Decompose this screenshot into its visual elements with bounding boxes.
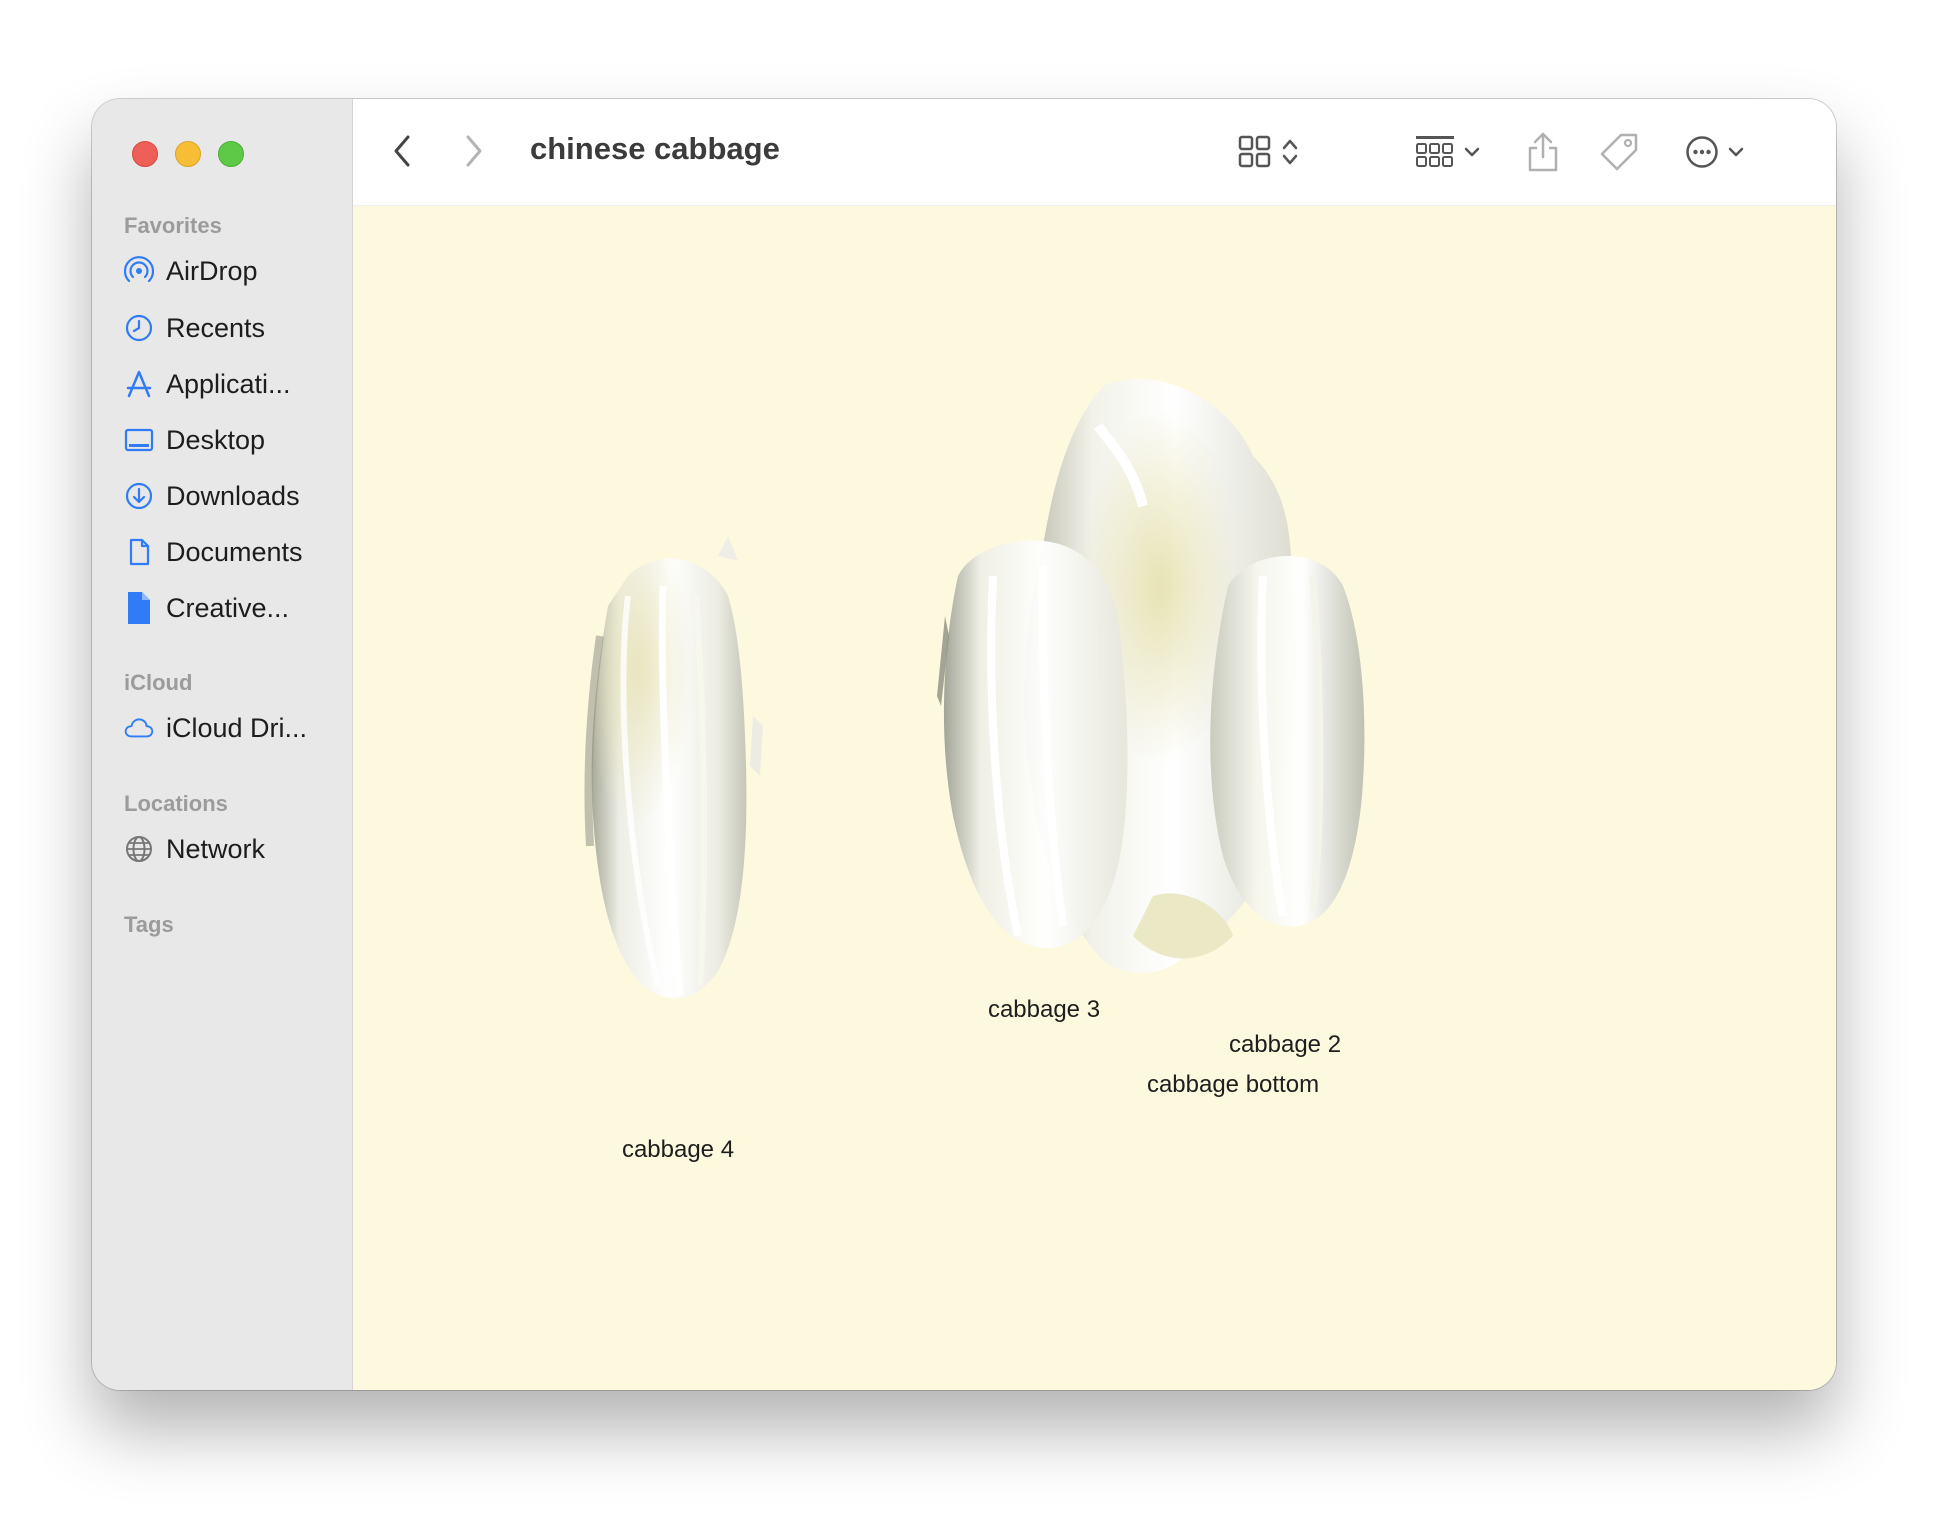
download-icon [125,482,153,510]
tag-icon [1600,133,1638,171]
file-item-cabbage-3[interactable]: cabbage 3 [933,540,1163,1106]
back-button[interactable] [387,129,417,173]
chevron-down-icon [1728,147,1744,157]
airdrop-icon [124,256,154,283]
sidebar-item-label: Applicati... [166,368,291,399]
tags-section-label: Tags [124,912,174,937]
chevron-right-icon [466,135,482,167]
sidebar-item-label: Documents [166,536,303,567]
cabbage-thumbnail [584,536,763,998]
sidebar-item-applications[interactable]: Applicati... [124,362,334,406]
group-button[interactable] [1411,131,1485,173]
sidebar-item-label: Desktop [166,424,266,455]
locations-section-label: Locations [124,791,228,816]
sidebar-item-airdrop[interactable]: AirDrop [124,249,334,293]
more-actions-button[interactable] [1679,131,1751,173]
sidebar-item-label: Downloads [166,480,300,511]
file-icon [128,592,150,624]
sidebar-item-icloud-drive[interactable]: iCloud Dri... [124,706,334,750]
chevron-left-icon [394,135,410,167]
desktop-icon [124,428,154,452]
globe-icon [126,836,152,862]
sidebar-item-label: AirDrop [166,255,258,286]
sidebar-item-recents[interactable]: Recents [124,306,334,350]
share-button[interactable] [1523,129,1563,175]
clock-icon [125,314,153,342]
grid-view-icon [1238,135,1271,168]
file-item-cabbage-2[interactable]: cabbage 2 [1193,556,1383,1126]
cabbage-thumbnail [937,540,1128,948]
group-icon [1416,136,1454,167]
sidebar-item-documents[interactable]: Documents [124,530,334,574]
cloud-icon [124,718,154,738]
sidebar-item-desktop[interactable]: Desktop [124,418,334,462]
file-browser-content: cabbage 4 cabbage bottom cabbage 3 cabba… [353,206,1836,1390]
sidebar-item-network[interactable]: Network [124,827,334,871]
sidebar-item-label: Creative... [166,592,290,623]
document-icon [129,538,150,566]
sidebar-item-downloads[interactable]: Downloads [124,474,334,518]
file-label: cabbage 2 [1228,1031,1342,1058]
sidebar-item-creative[interactable]: Creative... [124,586,334,630]
cabbage-thumbnail [1210,556,1365,927]
chevron-down-icon [1464,147,1480,157]
ellipsis-circle-icon [1686,136,1718,168]
tag-button[interactable] [1597,129,1641,175]
file-label: cabbage 4 [621,1136,735,1163]
file-item-cabbage-4[interactable]: cabbage 4 [578,536,778,1166]
applications-icon [126,370,152,398]
forward-button[interactable] [459,129,489,173]
chevron-updown-icon [1282,139,1298,165]
sidebar-item-label: Recents [166,312,266,343]
share-icon [1528,132,1558,172]
sidebar-item-label: iCloud Dri... [166,712,308,743]
finder-window: Favorites chinese cabbage cabbage 4 cabb… [92,99,1836,1390]
sidebar-item-label: Network [166,833,266,864]
sidebar-items: AirDrop Recents Applicati... Desktop Dow… [92,99,352,1390]
toolbar: chinese cabbage [353,99,1836,206]
file-label: cabbage 3 [987,996,1101,1023]
icloud-section-label: iCloud [124,670,193,695]
window-title: chinese cabbage [530,131,780,166]
icon-view-button[interactable] [1233,131,1305,173]
